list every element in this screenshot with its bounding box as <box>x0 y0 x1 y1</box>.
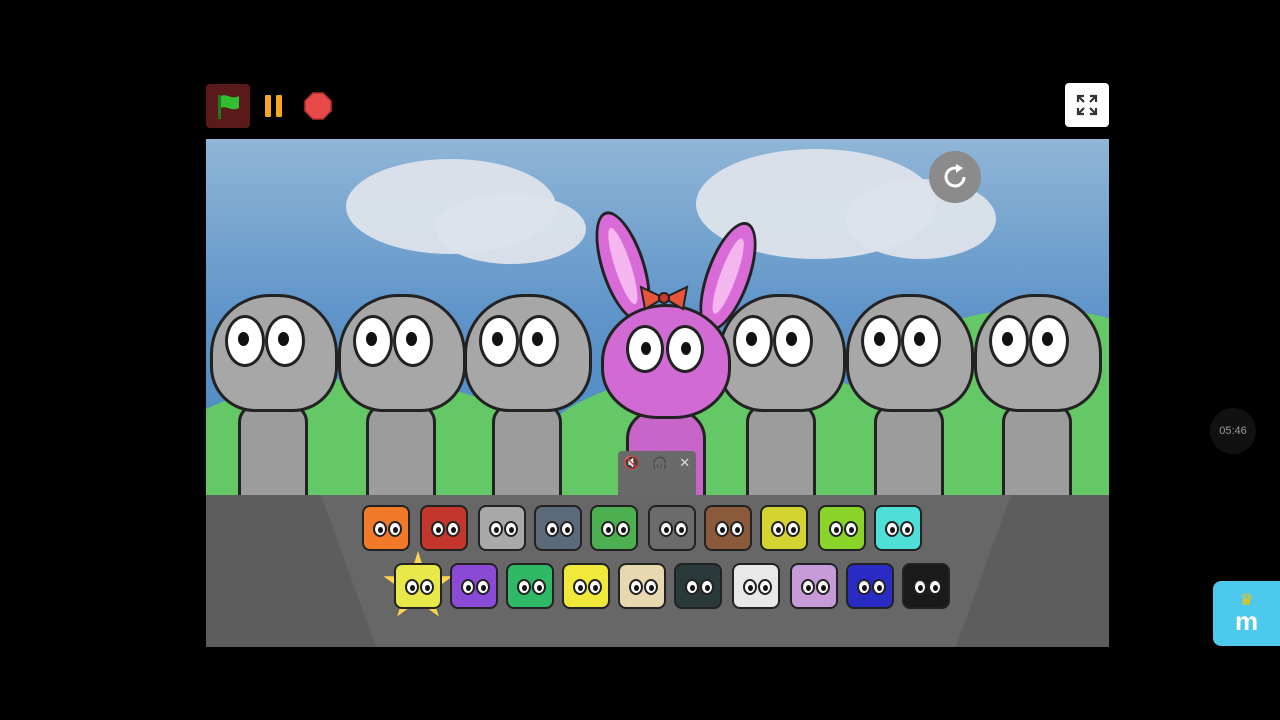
gray-character <box>338 294 466 504</box>
bow-icon <box>639 285 689 311</box>
bunny-head <box>601 304 731 419</box>
green-flag-button[interactable] <box>206 84 250 128</box>
game-stage[interactable]: 🔇 🎧 ✕ <box>206 139 1109 647</box>
palette-red[interactable] <box>420 505 468 551</box>
palette-pink-bunny[interactable] <box>790 563 838 609</box>
palette-sprout[interactable] <box>674 563 722 609</box>
palette-blue-blob[interactable] <box>846 563 894 609</box>
pause-icon <box>265 95 282 117</box>
palette-green-flower[interactable] <box>590 505 638 551</box>
palette-gray-cat[interactable] <box>648 505 696 551</box>
palette-yellow-star[interactable] <box>394 563 442 609</box>
refresh-button[interactable] <box>929 151 981 203</box>
palette-purple-spiky[interactable] <box>450 563 498 609</box>
pause-button[interactable] <box>252 84 296 128</box>
palette-yellow-speakers[interactable] <box>760 505 808 551</box>
close-icon[interactable]: ✕ <box>679 455 690 471</box>
palette-robot[interactable] <box>534 505 582 551</box>
palette-black-tophat[interactable] <box>902 563 950 609</box>
gray-character <box>210 294 338 504</box>
audio-bar: 🔇 🎧 ✕ <box>618 451 696 495</box>
side-tab-label: m <box>1234 605 1259 636</box>
side-tab-button[interactable]: ♛ m <box>1213 581 1280 646</box>
palette-orange[interactable] <box>362 505 410 551</box>
gray-character <box>846 294 974 504</box>
palette-cyan-bear[interactable] <box>874 505 922 551</box>
palette-gray-bucket[interactable] <box>478 505 526 551</box>
timer-display: 05:46 <box>1210 408 1256 454</box>
gray-character <box>974 294 1102 504</box>
mute-icon[interactable]: 🔇 <box>624 455 640 471</box>
fullscreen-button[interactable] <box>1065 83 1109 127</box>
palette-cowboy[interactable] <box>618 563 666 609</box>
cloud <box>436 194 586 264</box>
stop-button[interactable] <box>296 84 340 128</box>
palette-green-pink[interactable] <box>506 563 554 609</box>
green-flag-icon <box>218 95 239 119</box>
palette-white-cat[interactable] <box>732 563 780 609</box>
stop-icon <box>304 92 332 120</box>
palette-yellow-bumps[interactable] <box>562 563 610 609</box>
palette-brown-bucket[interactable] <box>704 505 752 551</box>
fullscreen-icon <box>1076 94 1098 116</box>
headphones-icon[interactable]: 🎧 <box>652 455 668 471</box>
gray-character <box>464 294 592 504</box>
palette-lime-spiky[interactable] <box>818 505 866 551</box>
refresh-icon <box>944 164 966 188</box>
